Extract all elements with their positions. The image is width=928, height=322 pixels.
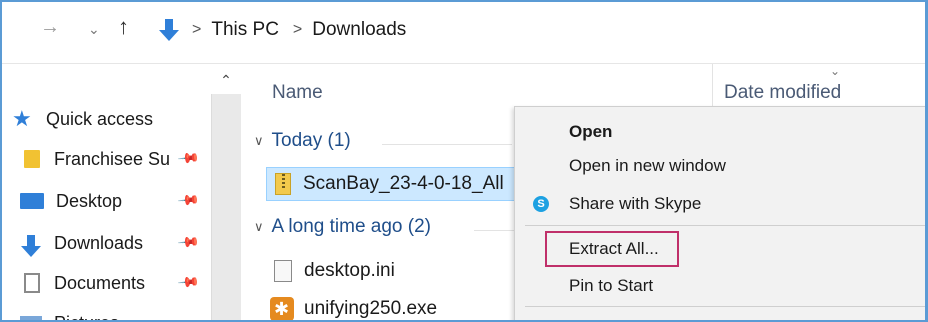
group-divider: [382, 144, 512, 145]
address-bar: → ⌄ ↑ > This PC > Downloads: [2, 2, 925, 64]
downloads-arrow-icon: [158, 17, 180, 43]
sort-indicator-icon: ⌄: [830, 64, 841, 78]
pictures-icon: [20, 316, 42, 320]
nav-item-label: Franchisee Su: [54, 148, 171, 169]
nav-item-desktop[interactable]: Desktop: [20, 186, 122, 216]
nav-item-label: Downloads: [54, 232, 144, 253]
group-divider: [474, 230, 514, 231]
nav-item-pictures[interactable]: Pictures: [20, 308, 119, 321]
document-icon: [24, 273, 40, 293]
menu-separator: [525, 306, 925, 307]
group-label: Today (1): [271, 130, 351, 151]
scroll-up-icon[interactable]: ⌃: [214, 68, 238, 92]
breadcrumb-separator-icon[interactable]: >: [192, 21, 201, 39]
group-header-long-time-ago[interactable]: ∨ A long time ago (2): [254, 216, 431, 238]
chevron-down-icon[interactable]: ∨: [254, 219, 264, 235]
column-header-date-modified[interactable]: Date modified: [724, 82, 841, 104]
group-header-today[interactable]: ∨ Today (1): [254, 130, 351, 152]
file-name: unifying250.exe: [304, 298, 438, 319]
folder-icon: [24, 150, 40, 168]
skype-icon: S: [533, 196, 549, 212]
star-icon: ★: [12, 106, 32, 131]
breadcrumb-downloads[interactable]: Downloads: [312, 19, 406, 41]
column-header-name[interactable]: Name: [272, 82, 323, 104]
settings-file-icon: [274, 260, 292, 282]
menu-item-extract-all[interactable]: Extract All...: [569, 234, 659, 264]
nav-item-downloads[interactable]: Downloads: [20, 228, 143, 258]
nav-item-label: Documents: [54, 272, 146, 293]
nav-item-label: Pictures: [54, 313, 119, 321]
breadcrumb-separator-icon[interactable]: >: [293, 21, 302, 39]
file-name: ScanBay_23-4-0-18_All: [303, 173, 504, 194]
menu-item-share-skype[interactable]: Share with Skype: [569, 189, 701, 219]
nav-item-label: Quick access: [46, 108, 154, 129]
application-icon: [270, 297, 294, 320]
menu-separator: [525, 225, 925, 226]
navigation-scrollbar[interactable]: [211, 94, 241, 320]
downloads-arrow-icon: [20, 233, 42, 257]
breadcrumb-this-pc[interactable]: This PC: [211, 19, 279, 41]
up-arrow-icon[interactable]: ↑: [118, 14, 129, 40]
breadcrumb[interactable]: > This PC > Downloads: [158, 12, 420, 48]
file-row-desktop-ini[interactable]: desktop.ini: [266, 254, 395, 288]
recent-locations-icon[interactable]: ⌄: [88, 21, 100, 38]
desktop-icon: [20, 193, 44, 209]
nav-item-franchisee[interactable]: Franchisee Su: [20, 144, 170, 174]
nav-item-quick-access[interactable]: ★ Quick access: [12, 104, 153, 134]
menu-item-open[interactable]: Open: [569, 117, 612, 147]
nav-item-documents[interactable]: Documents: [20, 268, 145, 298]
menu-item-open-new-window[interactable]: Open in new window: [569, 151, 726, 181]
file-row-unifying[interactable]: unifying250.exe: [266, 292, 438, 320]
file-explorer-window: → ⌄ ↑ > This PC > Downloads ⌃ ★ Quick ac…: [0, 0, 928, 322]
column-divider[interactable]: [712, 64, 713, 108]
forward-icon[interactable]: →: [40, 16, 60, 39]
chevron-down-icon[interactable]: ∨: [254, 133, 264, 149]
context-menu: Open Open in new window S Share with Sky…: [514, 106, 925, 320]
file-row-scanbay[interactable]: ScanBay_23-4-0-18_All: [266, 167, 516, 201]
zip-folder-icon: [275, 173, 291, 195]
nav-item-label: Desktop: [56, 190, 123, 211]
menu-item-pin-to-start[interactable]: Pin to Start: [569, 271, 653, 301]
group-label: A long time ago (2): [271, 216, 431, 237]
file-name: desktop.ini: [304, 260, 395, 281]
